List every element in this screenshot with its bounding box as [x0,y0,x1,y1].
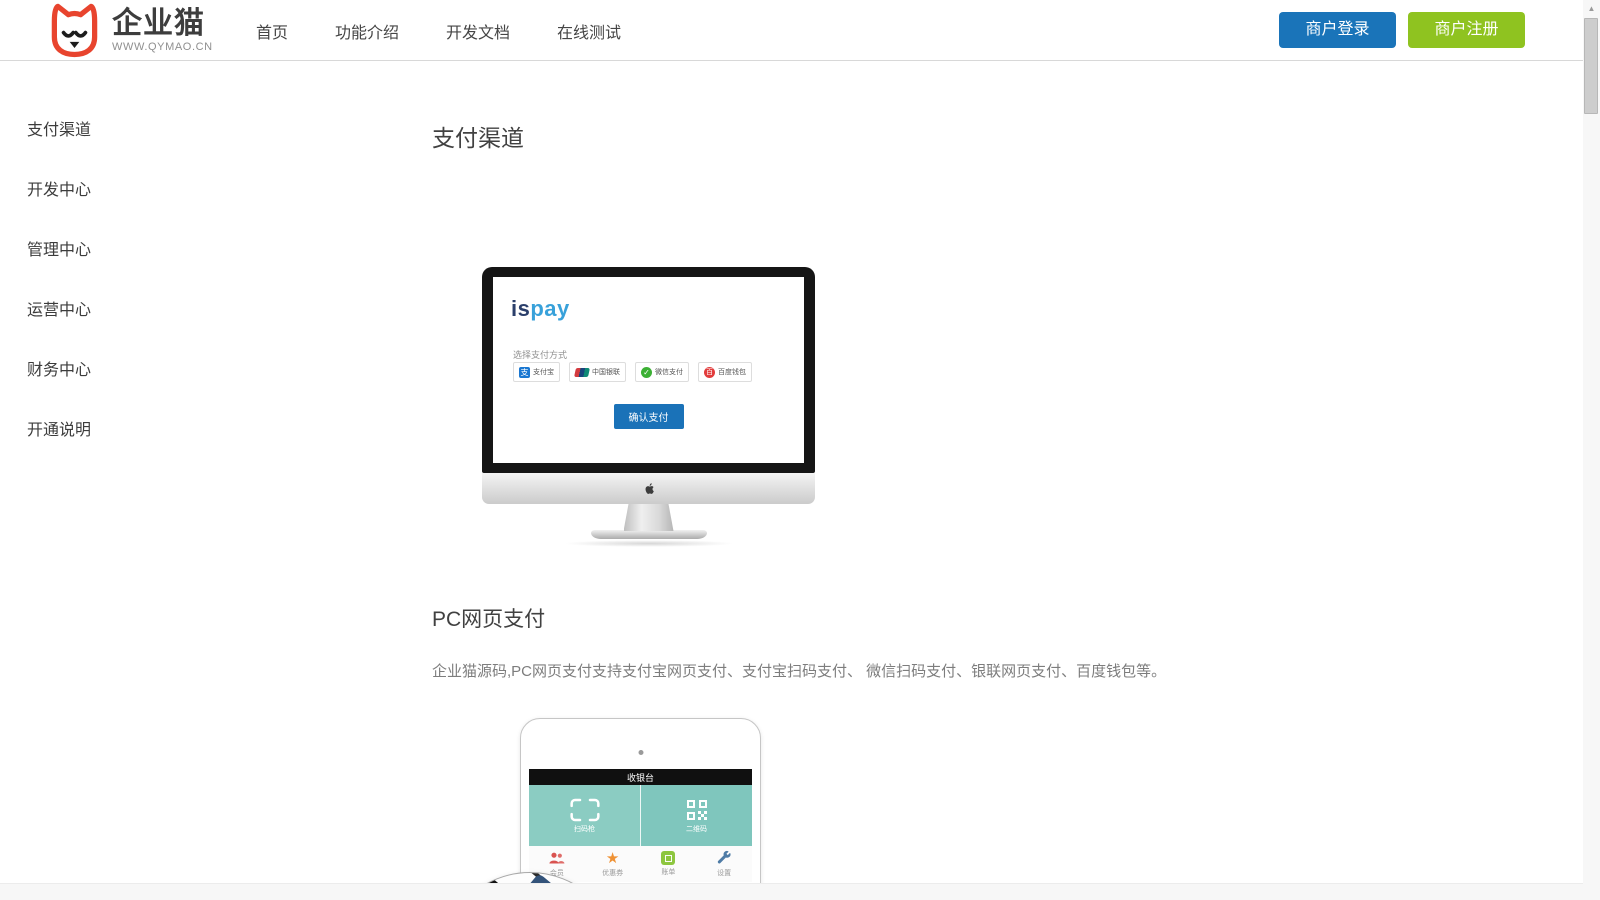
vertical-scrollbar[interactable]: ▲ [1583,0,1600,900]
payment-method-list: 支 支付宝 中国银联 ✓ 微信支付 百 百度钱包 [513,362,752,382]
section-heading: PC网页支付 [432,603,545,633]
payment-option-alipay: 支 支付宝 [513,362,560,382]
members-icon [548,851,565,866]
imac-shadow [564,540,734,547]
brand-logo[interactable]: 企业猫 WWW.QYMAO.CN [46,2,213,58]
nav-item-features[interactable]: 功能介绍 [335,19,399,43]
cashier-menu-row: 会员 ★ 优惠券 账单 设置 [529,846,752,882]
nav-item-online-test[interactable]: 在线测试 [557,19,621,43]
cashier-title-bar: 收银台 [529,769,752,785]
page-title: 支付渠道 [432,119,524,153]
imac-stand-neck [624,504,674,531]
merchant-register-button[interactable]: 商户注册 [1408,12,1525,48]
scroll-up-arrow[interactable]: ▲ [1583,0,1600,17]
vertical-scrollbar-thumb[interactable] [1584,18,1598,114]
imac-mockup-image: ispay 选择支付方式 支 支付宝 中国银联 ✓ 微信支付 [482,267,815,547]
imac-stand-base [591,530,707,539]
choose-payment-label: 选择支付方式 [513,348,567,361]
qr-code-tile: 二维码 [641,785,752,846]
menu-item-coupons: ★ 优惠券 [585,846,641,882]
bill-icon [661,851,675,865]
brand-domain: WWW.QYMAO.CN [112,41,213,53]
unionpay-icon [574,368,590,377]
sidebar-item-operation-center[interactable]: 运营中心 [27,296,91,319]
brand-name: 企业猫 [112,8,213,40]
sidebar-item-admin-center[interactable]: 管理中心 [27,236,91,259]
sidebar-item-payment-channels[interactable]: 支付渠道 [27,116,91,139]
nav-item-home[interactable]: 首页 [256,19,288,43]
cashier-main-actions: 扫码枪 二维码 [529,785,752,846]
main-nav: 首页 功能介绍 开发文档 在线测试 [256,0,621,61]
confirm-payment-button: 确认支付 [614,404,684,429]
ispay-logo: ispay [511,296,570,322]
cat-logo-icon [46,2,103,58]
sidebar: 支付渠道 开发中心 管理中心 运营中心 财务中心 开通说明 [27,116,91,476]
page: 企业猫 WWW.QYMAO.CN 首页 功能介绍 开发文档 在线测试 商户登录 … [0,0,1600,900]
header: 企业猫 WWW.QYMAO.CN 首页 功能介绍 开发文档 在线测试 商户登录 … [0,0,1600,61]
imac-screen: ispay 选择支付方式 支 支付宝 中国银联 ✓ 微信支付 [493,277,804,463]
imac-chin [482,473,815,504]
wrench-icon [716,850,732,866]
section-description: 企业猫源码,PC网页支付支持支付宝网页支付、支付宝扫码支付、 微信扫码支付、银联… [432,660,1192,681]
imac-bezel: ispay 选择支付方式 支 支付宝 中国银联 ✓ 微信支付 [482,267,815,473]
star-icon: ★ [606,851,619,866]
horizontal-scrollbar[interactable] [0,883,1583,900]
sidebar-item-finance-center[interactable]: 财务中心 [27,356,91,379]
sidebar-item-activation-guide[interactable]: 开通说明 [27,416,91,439]
apple-logo-icon [642,481,655,496]
sidebar-item-dev-center[interactable]: 开发中心 [27,176,91,199]
baidu-wallet-icon: 百 [704,367,715,378]
tablet-camera-dot [638,750,643,755]
qr-code-label: 二维码 [686,824,707,834]
merchant-login-button[interactable]: 商户登录 [1279,12,1396,48]
payment-option-baidu: 百 百度钱包 [698,362,752,382]
payment-option-wechat: ✓ 微信支付 [635,362,689,382]
scan-gun-label: 扫码枪 [574,824,595,834]
menu-item-settings: 设置 [696,846,752,882]
tablet-mockup-image: 收银台 扫码枪 [520,718,761,900]
wechat-pay-icon: ✓ [641,367,652,378]
menu-item-bills: 账单 [641,846,697,882]
payment-option-unionpay: 中国银联 [569,362,626,382]
scan-frame-icon [570,798,600,822]
nav-item-docs[interactable]: 开发文档 [446,19,510,43]
qr-code-icon [684,798,710,822]
scan-gun-tile: 扫码枪 [529,785,641,846]
alipay-icon: 支 [519,367,530,378]
